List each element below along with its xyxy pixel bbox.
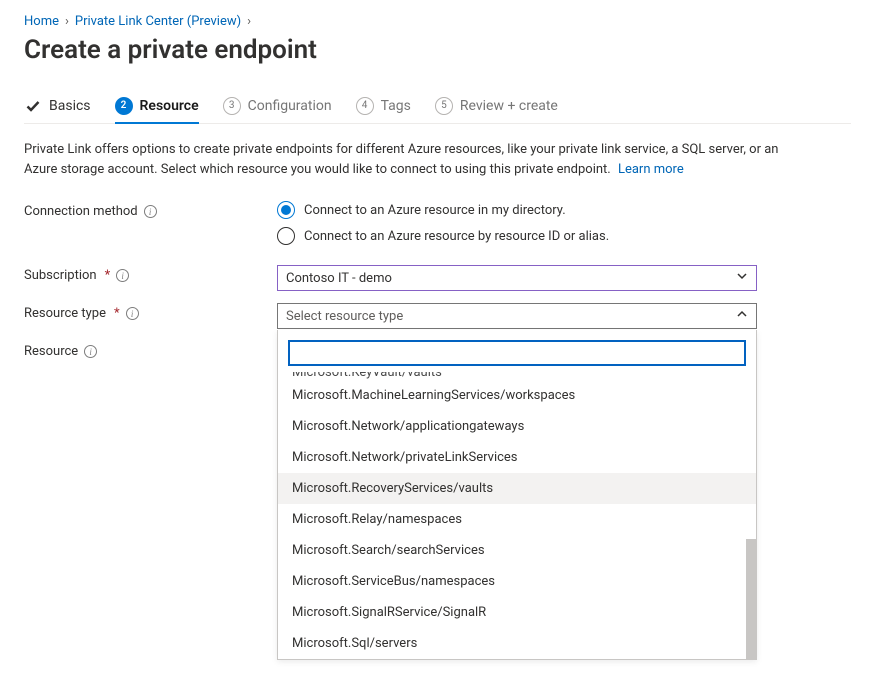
- info-icon[interactable]: i: [84, 345, 97, 358]
- chevron-down-icon: [736, 270, 748, 286]
- dropdown-option[interactable]: Microsoft.KeyVault/vaults: [278, 372, 756, 380]
- tab-resource[interactable]: 2 Resource: [115, 93, 199, 123]
- dropdown-option[interactable]: Microsoft.Sql/servers: [278, 628, 756, 659]
- row-resource-type: Resource type * i Select resource type: [24, 303, 851, 329]
- dropdown-option[interactable]: Microsoft.ServiceBus/namespaces: [278, 566, 756, 597]
- select-value: Contoso IT - demo: [286, 271, 392, 286]
- step-number-icon: 5: [435, 97, 453, 115]
- tab-review-create[interactable]: 5 Review + create: [435, 93, 558, 123]
- breadcrumb-private-link-center[interactable]: Private Link Center (Preview): [75, 14, 241, 29]
- radio-icon: [277, 227, 295, 245]
- radio-label: Connect to an Azure resource in my direc…: [304, 203, 566, 218]
- dropdown-search-input[interactable]: [288, 340, 746, 366]
- required-asterisk: *: [114, 306, 120, 321]
- radio-icon: [277, 201, 295, 219]
- learn-more-link[interactable]: Learn more: [618, 162, 684, 177]
- tab-configuration[interactable]: 3 Configuration: [223, 93, 332, 123]
- connection-method-label: Connection method: [24, 204, 138, 219]
- dropdown-option[interactable]: Microsoft.SignalRService/SignalR: [278, 597, 756, 628]
- resource-type-label: Resource type: [24, 306, 106, 321]
- dropdown-option[interactable]: Microsoft.RecoveryServices/vaults: [278, 473, 756, 504]
- connection-method-radio-group: Connect to an Azure resource in my direc…: [277, 201, 757, 245]
- select-placeholder: Select resource type: [286, 309, 403, 324]
- dropdown-option[interactable]: Microsoft.Network/privateLinkServices: [278, 442, 756, 473]
- resource-type-select[interactable]: Select resource type: [277, 303, 757, 329]
- info-icon[interactable]: i: [116, 269, 129, 282]
- row-subscription: Subscription * i Contoso IT - demo: [24, 265, 851, 291]
- step-number-icon: 4: [356, 97, 374, 115]
- scrollbar-thumb[interactable]: [746, 539, 756, 659]
- row-connection-method: Connection method i Connect to an Azure …: [24, 201, 851, 245]
- dropdown-option[interactable]: Microsoft.MachineLearningServices/worksp…: [278, 380, 756, 411]
- radio-label: Connect to an Azure resource by resource…: [304, 229, 609, 244]
- wizard-tabs: Basics 2 Resource 3 Configuration 4 Tags…: [24, 93, 851, 124]
- tab-label: Tags: [381, 98, 411, 114]
- radio-connect-by-id[interactable]: Connect to an Azure resource by resource…: [277, 227, 757, 245]
- step-number-icon: 3: [223, 97, 241, 115]
- page-title: Create a private endpoint: [24, 35, 851, 65]
- required-asterisk: *: [105, 268, 111, 283]
- chevron-up-icon: [736, 308, 748, 324]
- resource-type-dropdown: Microsoft.KeyVault/vaultsMicrosoft.Machi…: [277, 330, 757, 660]
- dropdown-option[interactable]: Microsoft.Network/applicationgateways: [278, 411, 756, 442]
- step-number-icon: 2: [115, 97, 133, 115]
- chevron-right-icon: ›: [247, 14, 251, 29]
- info-icon[interactable]: i: [144, 205, 157, 218]
- info-icon[interactable]: i: [126, 307, 139, 320]
- check-icon: [24, 97, 42, 115]
- dropdown-option[interactable]: Microsoft.Relay/namespaces: [278, 504, 756, 535]
- breadcrumb: Home › Private Link Center (Preview) ›: [24, 14, 851, 29]
- tab-basics[interactable]: Basics: [24, 93, 91, 123]
- subscription-select[interactable]: Contoso IT - demo: [277, 265, 757, 291]
- tab-description: Private Link offers options to create pr…: [24, 140, 784, 179]
- radio-connect-my-directory[interactable]: Connect to an Azure resource in my direc…: [277, 201, 757, 219]
- breadcrumb-home[interactable]: Home: [24, 14, 59, 29]
- dropdown-option-list: Microsoft.KeyVault/vaultsMicrosoft.Machi…: [278, 372, 756, 659]
- tab-label: Configuration: [248, 98, 332, 114]
- tab-label: Basics: [49, 98, 91, 114]
- tab-tags[interactable]: 4 Tags: [356, 93, 411, 123]
- dropdown-option[interactable]: Microsoft.Search/searchServices: [278, 535, 756, 566]
- subscription-label: Subscription: [24, 268, 97, 283]
- tab-label: Resource: [140, 98, 199, 114]
- resource-label: Resource: [24, 344, 78, 359]
- tab-label: Review + create: [460, 98, 558, 114]
- scrollbar-track: [746, 372, 756, 659]
- chevron-right-icon: ›: [65, 14, 69, 29]
